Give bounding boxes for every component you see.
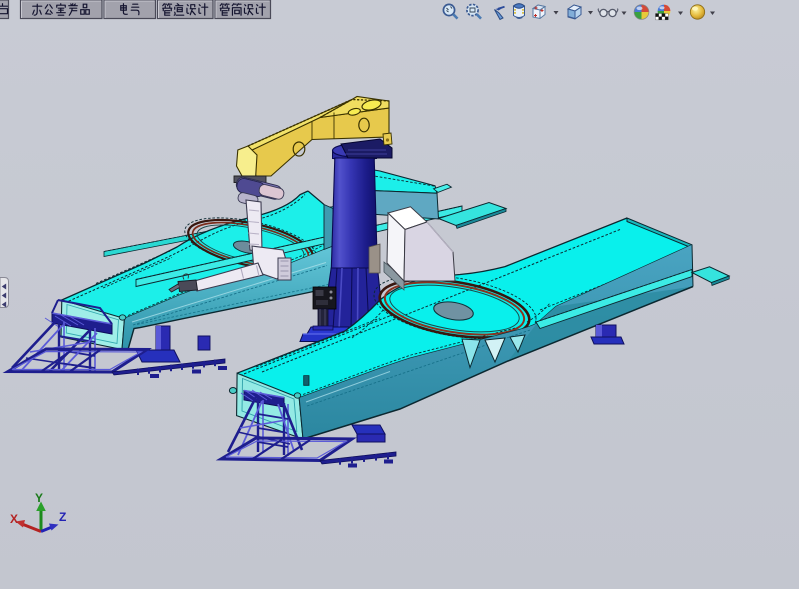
svg-text:Y: Y bbox=[35, 491, 43, 505]
svg-text:X: X bbox=[10, 512, 18, 526]
svg-text:Z: Z bbox=[59, 510, 66, 524]
